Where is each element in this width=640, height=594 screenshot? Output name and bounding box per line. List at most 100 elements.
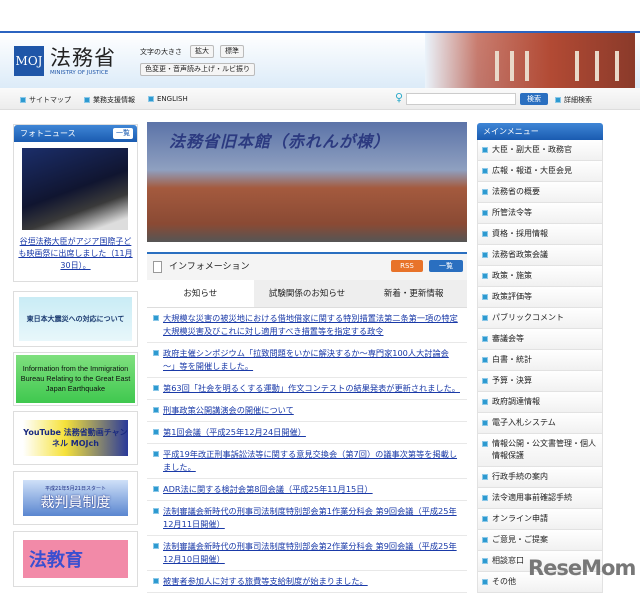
bullet-icon [153, 486, 159, 492]
menu-item[interactable]: 大臣・副大臣・政務官 [477, 140, 603, 161]
menu-item[interactable]: 法務省の概要 [477, 182, 603, 203]
menu-item-label: 電子入札システム [492, 418, 556, 427]
tab-notices[interactable]: お知らせ [147, 280, 254, 307]
nav-sitemap[interactable]: サイトマップ [20, 95, 71, 105]
earthquake-banner-text: 東日本大震災への対応について [19, 297, 132, 341]
menu-item-label: 法令適用事前確認手続 [492, 493, 572, 502]
earthquake-banner[interactable]: 東日本大震災への対応について [13, 291, 138, 347]
nav-label: ENGLISH [157, 95, 188, 103]
bullet-icon [482, 516, 488, 522]
bullet-icon [482, 537, 488, 543]
menu-item[interactable]: ご意見・ご提案 [477, 530, 603, 551]
information-list-button[interactable]: 一覧 [429, 260, 463, 272]
bullet-icon [482, 558, 488, 564]
nav-label: サイトマップ [29, 96, 71, 104]
bullet-icon [148, 96, 154, 102]
menu-item[interactable]: 審議会等 [477, 329, 603, 350]
menu-item-label: 所管法令等 [492, 208, 532, 217]
law-education-text: 法教育 [23, 540, 128, 578]
photo-news-image[interactable] [22, 148, 128, 230]
saiban-in-banner[interactable]: 平成21年5月21日スタート 裁判員制度 [13, 471, 138, 525]
bullet-icon [153, 451, 159, 457]
news-link[interactable]: 平成19年改正刑事訴訟法等に関する意見交換会（第7回）の議事次第等を掲載しました… [163, 448, 461, 474]
youtube-banner[interactable]: YouTube 法務省動画チャンネル MOJch [13, 411, 138, 465]
news-link[interactable]: 第63回「社会を明るくする運動」作文コンテストの結果発表が更新されました。 [163, 382, 460, 395]
bullet-icon [153, 508, 159, 514]
menu-item[interactable]: 広報・報道・大臣会見 [477, 161, 603, 182]
menu-item-label: 白書・統計 [492, 355, 532, 364]
menu-item[interactable]: 予算・決算 [477, 371, 603, 392]
nav-label: 業務支援情報 [93, 96, 135, 104]
menu-item-label: 政策・施策 [492, 271, 532, 280]
menu-item[interactable]: 法務省政策会議 [477, 245, 603, 266]
menu-item[interactable]: 政府調達情報 [477, 392, 603, 413]
menu-item[interactable]: 情報公開・公文書管理・個人情報保護 [477, 434, 603, 467]
menu-item-label: 情報公開・公文書管理・個人情報保護 [492, 439, 596, 460]
news-item[interactable]: 被害者参加人に対する旅費等支給制度が始まりました。 [147, 571, 467, 593]
menu-item[interactable]: 政策評価等 [477, 287, 603, 308]
bullet-icon [153, 543, 159, 549]
menu-item-label: 予算・決算 [492, 376, 532, 385]
news-link[interactable]: 刑事政策公開講演会の開催について [163, 404, 294, 417]
news-link[interactable]: 法制審議会新時代の刑事司法制度特別部会第1作業分科会 第9回会議（平成25年12… [163, 505, 461, 531]
menu-item[interactable]: 行政手続の案内 [477, 467, 603, 488]
rss-button[interactable]: RSS [391, 260, 423, 272]
nav-business-support[interactable]: 業務支援情報 [84, 95, 135, 105]
immigration-banner[interactable]: Information from the Immigration Bureau … [13, 352, 138, 406]
news-item[interactable]: 第63回「社会を明るくする運動」作文コンテストの結果発表が更新されました。 [147, 378, 467, 400]
news-item[interactable]: 第1回会議（平成25年12月24日開催） [147, 422, 467, 444]
advanced-search-link[interactable]: 詳細検索 [555, 95, 592, 105]
menu-item[interactable]: 法令適用事前確認手続 [477, 488, 603, 509]
saibanin-date: 平成21年5月21日スタート [45, 485, 106, 492]
news-item[interactable]: 政府主催シンポジウム「拉致問題をいかに解決するか～専門家100人大討論会～」等を… [147, 343, 467, 378]
menu-item[interactable]: パブリックコメント [477, 308, 603, 329]
youtube-banner-text: YouTube 法務省動画チャンネル MOJch [23, 420, 128, 456]
news-item[interactable]: 刑事政策公開講演会の開催について [147, 400, 467, 422]
enlarge-font-button[interactable]: 拡大 [190, 45, 214, 58]
photo-news-list-button[interactable]: 一覧 [113, 128, 133, 139]
menu-item-label: ご意見・ご提案 [492, 535, 548, 544]
bullet-icon [153, 578, 159, 584]
information-title: インフォメーション [169, 262, 250, 272]
news-link[interactable]: 法制審議会新時代の刑事司法制度特別部会第2作業分科会 第9回会議（平成25年12… [163, 540, 461, 566]
standard-font-button[interactable]: 標準 [220, 45, 244, 58]
photo-news-caption[interactable]: 谷垣法務大臣がアジア国際子ども映画祭に出席しました（11月30日）。 [14, 236, 137, 272]
bullet-icon [482, 336, 488, 342]
tab-updates[interactable]: 新着・更新情報 [360, 280, 468, 307]
search-input[interactable] [406, 93, 516, 105]
menu-item[interactable]: 白書・統計 [477, 350, 603, 371]
bullet-icon [153, 315, 159, 321]
menu-item[interactable]: 電子入札システム [477, 413, 603, 434]
news-link[interactable]: 第1回会議（平成25年12月24日開催） [163, 426, 306, 439]
news-link[interactable]: 政府主催シンポジウム「拉致問題をいかに解決するか～専門家100人大討論会～」等を… [163, 347, 461, 373]
news-list: 大規模な災害の被災地における借地借家に関する特別措置法第二条第一項の特定大規模災… [147, 308, 467, 593]
bullet-icon [20, 97, 26, 103]
news-link[interactable]: ADR法に関する検討会第8回会議（平成25年11月15日） [163, 483, 373, 496]
search-button[interactable]: 検索 [520, 93, 548, 105]
news-item[interactable]: 平成19年改正刑事訴訟法等に関する意見交換会（第7回）の議事次第等を掲載しました… [147, 444, 467, 479]
resemom-watermark: ReseMom [528, 556, 636, 580]
information-tabs: お知らせ 試験関係のお知らせ 新着・更新情報 [147, 280, 468, 308]
menu-item[interactable]: オンライン申請 [477, 509, 603, 530]
law-education-banner[interactable]: 法教育 [13, 531, 138, 587]
news-item[interactable]: ADR法に関する検討会第8回会議（平成25年11月15日） [147, 479, 467, 501]
logo-subtitle: MINISTRY OF JUSTICE [50, 70, 109, 76]
information-panel: インフォメーション RSS 一覧 お知らせ 試験関係のお知らせ 新着・更新情報 大規… [147, 252, 468, 594]
bullet-icon [482, 420, 488, 426]
menu-item[interactable]: 所管法令等 [477, 203, 603, 224]
news-item[interactable]: 大規模な災害の被災地における借地借家に関する特別措置法第二条第一項の特定大規模災… [147, 308, 467, 343]
tab-exam-notices[interactable]: 試験関係のお知らせ [253, 280, 361, 307]
news-item[interactable]: 法制審議会新時代の刑事司法制度特別部会第1作業分科会 第9回会議（平成25年12… [147, 501, 467, 536]
nav-english[interactable]: ENGLISH [148, 95, 188, 103]
menu-item[interactable]: 政策・施策 [477, 266, 603, 287]
menu-item[interactable]: 資格・採用情報 [477, 224, 603, 245]
accessibility-button[interactable]: 色変更・音声読み上げ・ルビ振り [140, 63, 255, 76]
photo-news-header: フォトニュース 一覧 [14, 125, 137, 142]
font-size-label: 文字の大きさ [140, 48, 182, 56]
logo-title[interactable]: 法務省 [50, 42, 116, 72]
news-item[interactable]: 法制審議会新時代の刑事司法制度特別部会第2作業分科会 第9回会議（平成25年12… [147, 536, 467, 571]
menu-item-label: その他 [492, 577, 516, 586]
news-link[interactable]: 被害者参加人に対する旅費等支給制度が始まりました。 [163, 575, 368, 588]
news-link[interactable]: 大規模な災害の被災地における借地借家に関する特別措置法第二条第一項の特定大規模災… [163, 312, 461, 338]
moj-logo-mark[interactable]: MOJ [14, 46, 44, 76]
